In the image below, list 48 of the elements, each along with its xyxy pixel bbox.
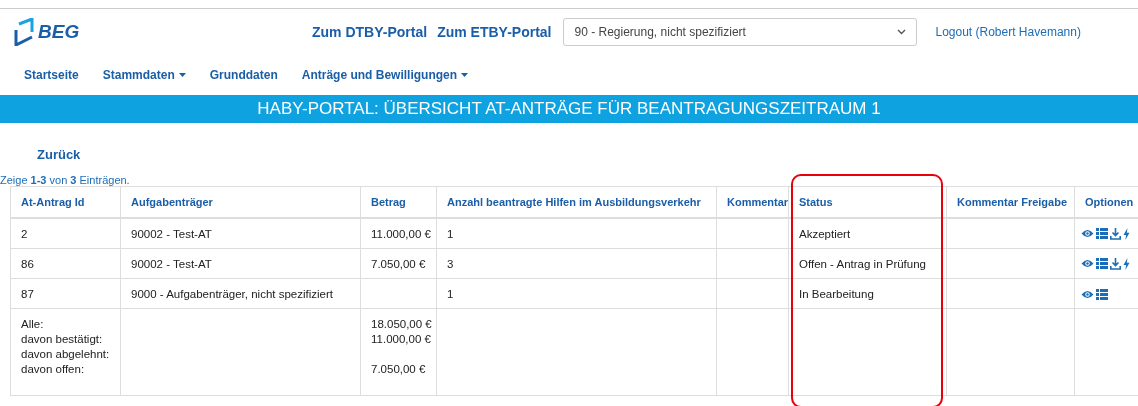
entries-summary: Zeige 1-3 von 3 Einträgen.: [0, 174, 131, 186]
eye-icon[interactable]: [1081, 259, 1094, 269]
total-label: davon bestätigt:: [21, 332, 104, 347]
download-icon[interactable]: [1110, 228, 1121, 240]
total-amount: 7.050,00 €: [371, 363, 426, 375]
chevron-down-icon: [897, 29, 907, 35]
nav-item[interactable]: Anträge und Bewilligungen: [301, 68, 469, 82]
list-icon[interactable]: [1096, 258, 1108, 270]
list-icon[interactable]: [1096, 288, 1108, 300]
back-link[interactable]: Zurück: [37, 147, 81, 162]
portal-link[interactable]: Zum ETBY-Portal: [437, 24, 552, 40]
status-cell: Offen - Antrag in Prüfung: [799, 257, 926, 270]
total-label: davon offen:: [21, 362, 86, 377]
logo-mark-icon: [14, 18, 34, 46]
status-cell: In Bearbeitung: [799, 287, 874, 300]
table-cell: 9000 - Aufgabenträger, nicht spezifiziert: [131, 287, 333, 300]
download-icon[interactable]: [1110, 258, 1121, 270]
table-cell: 87: [21, 287, 34, 300]
column-header[interactable]: Status: [799, 196, 833, 208]
logout-link[interactable]: Logout (Robert Havemann): [935, 25, 1081, 39]
lightning-icon[interactable]: [1123, 258, 1130, 270]
table-cell: 3: [447, 257, 454, 270]
nav-item[interactable]: Stammdaten: [102, 68, 186, 82]
list-icon[interactable]: [1096, 228, 1108, 240]
nav-item[interactable]: Startseite: [24, 68, 79, 82]
eye-icon[interactable]: [1081, 229, 1094, 239]
table-cell: 1: [447, 227, 454, 240]
portal-link[interactable]: Zum DTBY-Portal: [312, 24, 428, 40]
total-label: davon abgelehnt:: [21, 347, 110, 362]
total-amount: 11.000,00 €: [371, 333, 431, 345]
table-cell: 7.050,00 €: [371, 257, 426, 270]
lightning-icon[interactable]: [1123, 228, 1130, 240]
table-cell: 86: [21, 257, 34, 270]
table-cell: 90002 - Test-AT: [131, 257, 212, 270]
total-amount: 18.050,00 €: [371, 318, 432, 330]
status-cell: Akzeptiert: [799, 227, 851, 240]
table-cell: 2: [21, 227, 28, 240]
organisation-select[interactable]: 90 - Regierung, nicht spezifiziert: [563, 18, 918, 46]
table-cell: 11.000,00 €: [371, 227, 431, 240]
column-header[interactable]: Aufgabenträger: [131, 196, 213, 208]
eye-icon[interactable]: [1081, 289, 1094, 299]
total-label: Alle:: [21, 317, 45, 332]
table-cell: 90002 - Test-AT: [131, 227, 212, 240]
page-title-banner: HABY-PORTAL: ÜBERSICHT AT-ANTRÄGE FÜR BEANTRAGUNGSZEITRAUM 1: [0, 95, 1138, 123]
beg-logo[interactable]: BEG: [14, 18, 312, 46]
table-cell: 1: [447, 287, 454, 300]
nav-item[interactable]: Grunddaten: [209, 68, 278, 82]
column-header[interactable]: Betrag: [371, 196, 406, 208]
